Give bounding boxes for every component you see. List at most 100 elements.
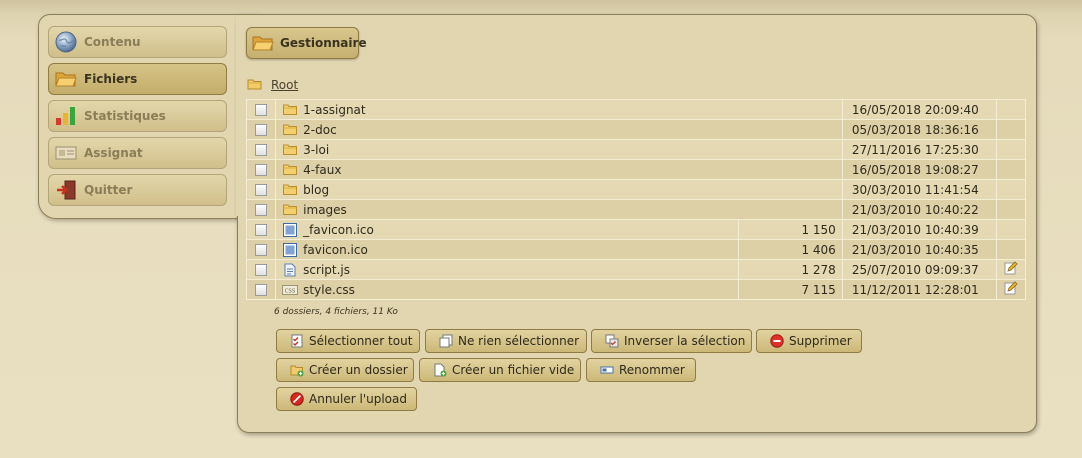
- select-none-label: Ne rien sélectionner: [458, 334, 580, 348]
- rename-button[interactable]: Renommer: [586, 358, 696, 382]
- invert-selection-button[interactable]: Inverser la sélection: [591, 329, 752, 353]
- edit-cell: [995, 119, 1027, 140]
- nav-item-contenu[interactable]: Contenu: [48, 26, 227, 58]
- file-name-link[interactable]: _favicon.ico: [303, 223, 374, 237]
- file-row[interactable]: blog 30/03/2010 11:41:54: [245, 179, 1027, 200]
- nav-item-statistiques[interactable]: Statistiques: [48, 100, 227, 132]
- row-checkbox[interactable]: [255, 164, 268, 176]
- new-file-button[interactable]: Créer un fichier vide: [419, 358, 581, 382]
- panel-join: [236, 15, 240, 216]
- name-cell: 1-assignat: [275, 99, 843, 120]
- cancel-icon: [290, 392, 304, 406]
- row-checkbox[interactable]: [255, 264, 268, 276]
- row-checkbox-cell: [245, 219, 277, 240]
- file-date: 21/03/2010 10:40:39: [841, 219, 997, 240]
- name-cell: 4-faux: [275, 159, 843, 180]
- manager-button[interactable]: Gestionnaire: [246, 27, 367, 59]
- file-table: 1-assignat 16/05/2018 20:09:40 2-doc 05/03/…: [245, 99, 1027, 300]
- file-date: 05/03/2018 18:36:16: [841, 119, 997, 140]
- row-checkbox-cell: [245, 159, 277, 180]
- edit-cell: [995, 259, 1027, 280]
- edit-cell: [995, 279, 1027, 300]
- file-date: 16/05/2018 19:08:27: [841, 159, 997, 180]
- file-row[interactable]: images 21/03/2010 10:40:22: [245, 199, 1027, 220]
- delete-button[interactable]: Supprimer: [756, 329, 862, 353]
- invert-selection-label: Inverser la sélection: [624, 334, 746, 348]
- exit-door-icon: [54, 178, 78, 202]
- edit-icon[interactable]: [1004, 261, 1018, 278]
- file-name-link[interactable]: style.css: [303, 283, 355, 297]
- nav-item-quitter[interactable]: Quitter: [48, 174, 227, 206]
- folder-icon: [282, 122, 298, 138]
- file-row[interactable]: 4-faux 16/05/2018 19:08:27: [245, 159, 1027, 180]
- edit-icon[interactable]: [1004, 281, 1018, 298]
- select-none-button[interactable]: Ne rien sélectionner: [425, 329, 587, 353]
- nav-item-label: Assignat: [84, 146, 143, 160]
- select-all-button[interactable]: Sélectionner tout: [276, 329, 420, 353]
- file-summary: 6 dossiers, 4 fichiers, 11 Ko: [274, 307, 398, 317]
- row-checkbox[interactable]: [255, 184, 268, 196]
- file-row[interactable]: script.js 1 278 25/07/2010 09:09:37: [245, 259, 1027, 280]
- file-row[interactable]: 2-doc 05/03/2018 18:36:16: [245, 119, 1027, 140]
- file-name-link[interactable]: 1-assignat: [303, 103, 365, 117]
- row-checkbox-cell: [245, 239, 277, 260]
- name-cell: images: [275, 199, 843, 220]
- row-checkbox[interactable]: [255, 144, 268, 156]
- file-name-link[interactable]: favicon.ico: [303, 243, 368, 257]
- row-checkbox[interactable]: [255, 224, 268, 236]
- row-checkbox[interactable]: [255, 104, 268, 116]
- nav-item-label: Quitter: [84, 183, 133, 197]
- name-cell: 3-loi: [275, 139, 843, 160]
- name-cell: 2-doc: [275, 119, 843, 140]
- edit-cell: [995, 99, 1027, 120]
- delete-label: Supprimer: [789, 334, 852, 348]
- file-row[interactable]: 3-loi 27/11/2016 17:25:30: [245, 139, 1027, 160]
- file-name-link[interactable]: 4-faux: [303, 163, 341, 177]
- file-row[interactable]: 1-assignat 16/05/2018 20:09:40: [245, 99, 1027, 120]
- file-size: 7 115: [738, 279, 843, 300]
- edit-cell: [995, 159, 1027, 180]
- delete-icon: [770, 334, 784, 348]
- edit-cell: [995, 239, 1027, 260]
- row-checkbox-cell: [245, 179, 277, 200]
- file-name-link[interactable]: blog: [303, 183, 329, 197]
- file-row[interactable]: _favicon.ico 1 150 21/03/2010 10:40:39: [245, 219, 1027, 240]
- banknote-icon: [54, 141, 78, 165]
- folder-icon: [282, 202, 298, 218]
- file-name-link[interactable]: script.js: [303, 263, 350, 277]
- file-row[interactable]: CSS style.css 7 115 11/12/2011 12:28:01: [245, 279, 1027, 300]
- file-name-link[interactable]: images: [303, 203, 347, 217]
- name-cell: script.js: [275, 259, 740, 280]
- nav-item-label: Fichiers: [84, 72, 138, 86]
- row-checkbox[interactable]: [255, 124, 268, 136]
- invert-icon: [605, 334, 619, 348]
- new-file-icon: [433, 363, 447, 377]
- file-size: 1 150: [738, 219, 843, 240]
- edit-cell: [995, 139, 1027, 160]
- file-name-link[interactable]: 3-loi: [303, 143, 329, 157]
- file-date: 25/07/2010 09:09:37: [841, 259, 997, 280]
- file-name-link[interactable]: 2-doc: [303, 123, 337, 137]
- open-folder-icon: [252, 33, 274, 53]
- row-checkbox[interactable]: [255, 244, 268, 256]
- nav-item-label: Contenu: [84, 35, 141, 49]
- nav-item-label: Statistiques: [84, 109, 166, 123]
- name-cell: CSS style.css: [275, 279, 740, 300]
- new-folder-label: Créer un dossier: [309, 363, 408, 377]
- rename-icon: [600, 363, 614, 377]
- row-checkbox[interactable]: [255, 284, 268, 296]
- new-folder-button[interactable]: Créer un dossier: [276, 358, 414, 382]
- nav-item-assignat[interactable]: Assignat: [48, 137, 227, 169]
- svg-text:CSS: CSS: [285, 288, 296, 294]
- file-row[interactable]: favicon.ico 1 406 21/03/2010 10:40:35: [245, 239, 1027, 260]
- image-file-icon: [282, 242, 298, 258]
- file-date: 11/12/2011 12:28:01: [841, 279, 997, 300]
- name-cell: favicon.ico: [275, 239, 740, 260]
- cancel-upload-button[interactable]: Annuler l'upload: [276, 387, 417, 411]
- nav-item-fichiers[interactable]: Fichiers: [48, 63, 227, 95]
- rename-label: Renommer: [619, 363, 685, 377]
- breadcrumb-root-link[interactable]: Root: [271, 78, 298, 92]
- file-date: 16/05/2018 20:09:40: [841, 99, 997, 120]
- file-date: 27/11/2016 17:25:30: [841, 139, 997, 160]
- row-checkbox[interactable]: [255, 204, 268, 216]
